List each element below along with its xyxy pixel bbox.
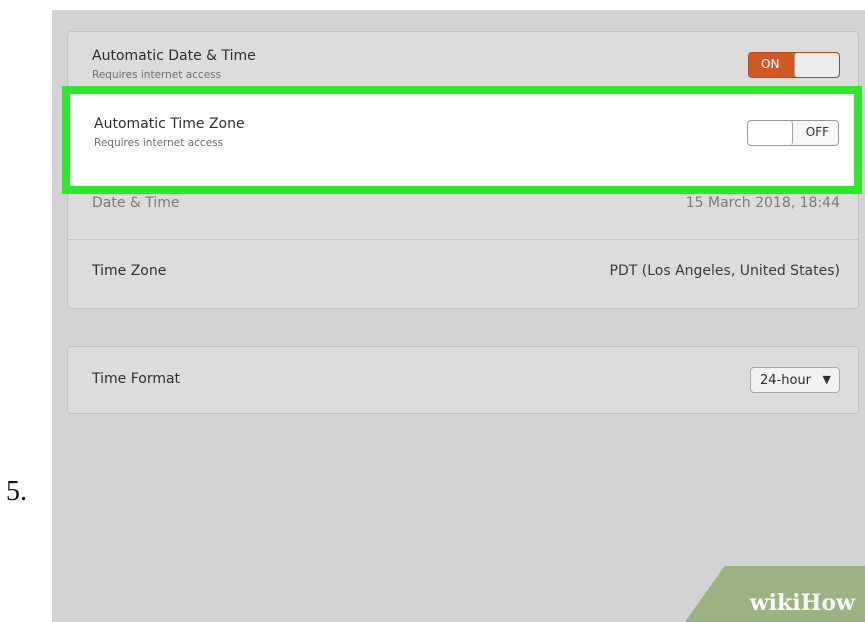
time-zone-value: PDT (Los Angeles, United States) <box>609 263 840 279</box>
time-format-row: Time Format 24-hour ▼ <box>68 347 858 413</box>
time-zone-title: Time Zone <box>92 263 167 279</box>
date-time-title: Date & Time <box>92 195 180 211</box>
toggle-knob <box>748 121 793 145</box>
automatic-date-time-subtitle: Requires internet access <box>92 69 222 81</box>
watermark-how: How <box>800 590 855 616</box>
step-number: 5. <box>6 476 27 507</box>
wikihow-logo: wikiHow <box>750 590 855 616</box>
chevron-down-icon: ▼ <box>822 373 831 386</box>
time-format-dropdown[interactable]: 24-hour ▼ <box>750 367 840 393</box>
toggle-knob <box>794 53 839 77</box>
watermark-wiki: wiki <box>749 590 801 616</box>
wikihow-watermark: wikiHow <box>685 566 865 622</box>
toggle-off-label: OFF <box>805 125 829 139</box>
automatic-time-zone-title: Automatic Time Zone <box>94 116 245 132</box>
date-time-value: 15 March 2018, 18:44 <box>685 195 840 211</box>
automatic-time-zone-subtitle: Requires internet access <box>94 137 224 149</box>
automatic-time-zone-toggle[interactable]: OFF <box>747 120 839 146</box>
time-format-panel: Time Format 24-hour ▼ <box>67 346 859 414</box>
time-zone-row[interactable]: Time Zone PDT (Los Angeles, United State… <box>68 239 858 308</box>
automatic-time-zone-row: Automatic Time Zone Requires internet ac… <box>62 86 862 194</box>
automatic-date-time-toggle[interactable]: ON <box>748 52 840 78</box>
toggle-on-label: ON <box>761 57 780 71</box>
settings-window: Automatic Date & Time Requires internet … <box>52 10 865 622</box>
time-format-selected: 24-hour <box>760 373 812 388</box>
time-format-title: Time Format <box>92 371 181 387</box>
automatic-date-time-title: Automatic Date & Time <box>92 48 256 64</box>
